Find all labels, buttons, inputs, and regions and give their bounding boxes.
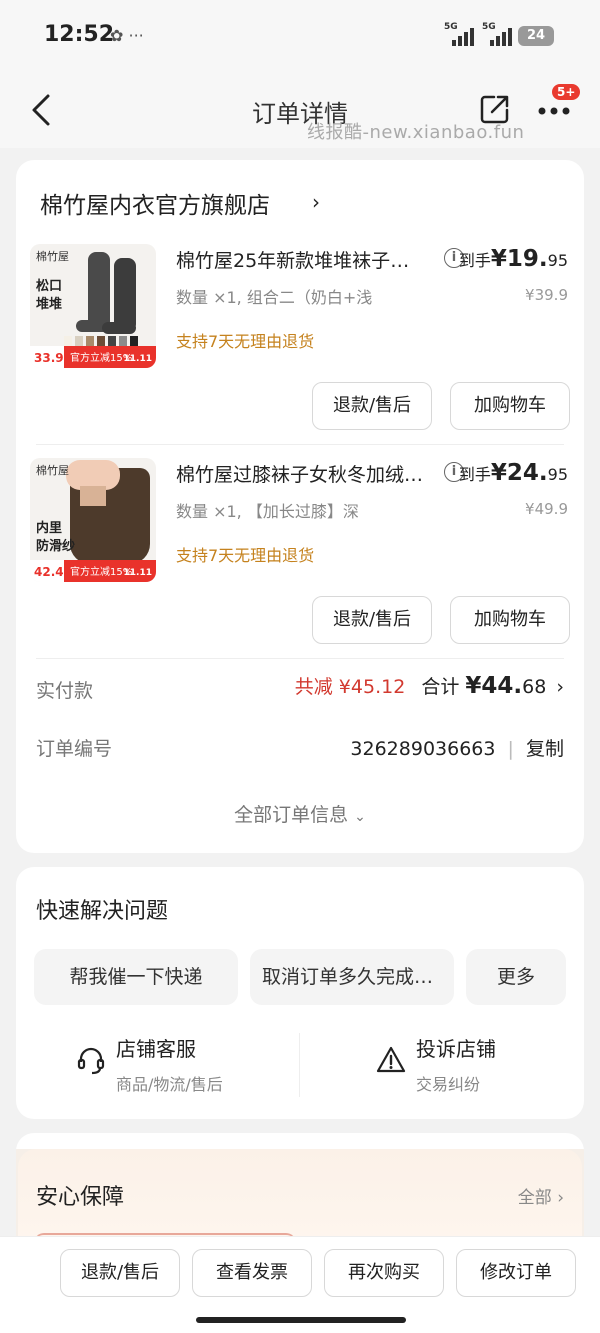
total-amount: ¥44. — [465, 673, 523, 699]
divider — [36, 658, 564, 659]
original-price: ¥49.9 — [525, 500, 568, 518]
more-button[interactable]: 更多 — [466, 949, 566, 1005]
copy-button[interactable]: 复制 — [526, 738, 564, 760]
thumb-tag: 内里 防滑纱 — [36, 521, 76, 554]
signal-icon — [490, 28, 512, 46]
store-service-subtitle: 商品/物流/售后 — [116, 1075, 223, 1094]
divider — [299, 1033, 300, 1097]
headset-icon — [77, 1047, 105, 1075]
return-policy: 支持7天无理由退货 — [176, 332, 315, 351]
urge-delivery-button[interactable]: 帮我催一下快递 — [34, 949, 238, 1005]
refund-after-sale-button[interactable]: 退款/售后 — [60, 1249, 180, 1297]
home-indicator[interactable] — [196, 1317, 406, 1323]
order-number: 326289036663 — [350, 738, 496, 760]
thumb-price: 33.9 — [34, 351, 64, 365]
product-image[interactable]: 棉竹屋 松口 堆堆 33.9 官方立减15% 11.11 — [30, 244, 156, 368]
product-spec[interactable]: 数量 ×1, 【加长过膝】深 — [176, 498, 416, 522]
final-price: 到手¥24.95 — [458, 460, 568, 486]
product-item: 棉竹屋 内里 防滑纱 42.4 官方立减15% 11.11 棉竹屋过膝袜子女秋冬… — [16, 458, 584, 658]
thumb-price: 42.4 — [34, 565, 64, 579]
thumb-brand: 棉竹屋 — [36, 464, 69, 477]
store-name[interactable]: 棉竹屋内衣官方旗舰店 — [40, 186, 270, 220]
thumb-tag: 松口 堆堆 — [36, 279, 63, 312]
paid-label: 实付款 — [36, 680, 94, 702]
quick-solve-title: 快速解决问题 — [36, 899, 169, 924]
quick-solve-card: 快速解决问题 帮我催一下快递 取消订单多久完成退款 更多 店铺客服 商品/物流/… — [16, 867, 584, 1119]
order-number-row: 326289036663 | 复制 — [350, 738, 564, 760]
product-spec[interactable]: 数量 ×1, 组合二（奶白+浅 — [176, 284, 416, 308]
status-time: 12:52 — [44, 22, 115, 47]
notification-icons: ✿ ··· — [110, 26, 144, 45]
chevron-right-icon[interactable]: › — [312, 190, 320, 214]
modify-order-button[interactable]: 修改订单 — [456, 1249, 576, 1297]
guarantee-all-link[interactable]: 全部 › — [518, 1183, 564, 1208]
add-to-cart-button[interactable]: 加购物车 — [450, 382, 570, 430]
add-to-cart-button[interactable]: 加购物车 — [450, 596, 570, 644]
store-service-title: 店铺客服 — [116, 1037, 196, 1061]
nav-bar: 订单详情 线报酷-new.xianbao.fun 5+ — [0, 72, 600, 148]
signal-icon — [452, 28, 474, 46]
share-icon[interactable] — [480, 94, 510, 124]
buy-again-button[interactable]: 再次购买 — [324, 1249, 444, 1297]
warning-icon — [376, 1046, 406, 1073]
divider — [36, 444, 564, 445]
all-order-info-toggle[interactable]: 全部订单信息 ⌄ — [16, 800, 584, 827]
thumb-event: 11.11 — [123, 354, 152, 364]
chevron-down-icon: ⌄ — [354, 809, 366, 825]
thumb-event: 11.11 — [123, 568, 152, 578]
order-number-label: 订单编号 — [36, 738, 113, 760]
thumb-brand: 棉竹屋 — [36, 250, 69, 263]
order-card: 棉竹屋内衣官方旗舰店 › 棉竹屋 松口 堆堆 33.9 官方立减15% 11.1… — [16, 160, 584, 853]
cancel-order-question-button[interactable]: 取消订单多久完成退款 — [250, 949, 454, 1005]
total-summary[interactable]: 共减 ¥45.12 合计 ¥44.68 › — [295, 672, 564, 699]
complain-store-subtitle: 交易纠纷 — [416, 1075, 481, 1094]
product-title[interactable]: 棉竹屋25年新款堆堆袜子女中筒袜 — [176, 246, 426, 273]
original-price: ¥39.9 — [525, 286, 568, 304]
refund-button[interactable]: 退款/售后 — [312, 382, 432, 430]
battery-icon: 24 — [518, 26, 554, 46]
product-image[interactable]: 棉竹屋 内里 防滑纱 42.4 官方立减15% 11.11 — [30, 458, 156, 582]
discount-amount: 共减 ¥45.12 — [294, 676, 406, 698]
return-policy: 支持7天无理由退货 — [176, 546, 315, 565]
message-badge: 5+ — [552, 84, 581, 100]
complain-store-title: 投诉店铺 — [416, 1037, 496, 1061]
product-item: 棉竹屋 松口 堆堆 33.9 官方立减15% 11.11 棉竹屋25年新款堆堆袜… — [16, 244, 584, 444]
view-invoice-button[interactable]: 查看发票 — [192, 1249, 312, 1297]
status-bar: 12:52 ✿ ··· 5G 5G 24 — [0, 0, 600, 72]
chevron-right-icon: › — [556, 676, 564, 698]
final-price: 到手¥19.95 — [458, 246, 568, 272]
refund-button[interactable]: 退款/售后 — [312, 596, 432, 644]
guarantee-title: 安心保障 — [36, 1185, 125, 1210]
product-title[interactable]: 棉竹屋过膝袜子女秋冬加绒长筒袜 — [176, 460, 426, 487]
